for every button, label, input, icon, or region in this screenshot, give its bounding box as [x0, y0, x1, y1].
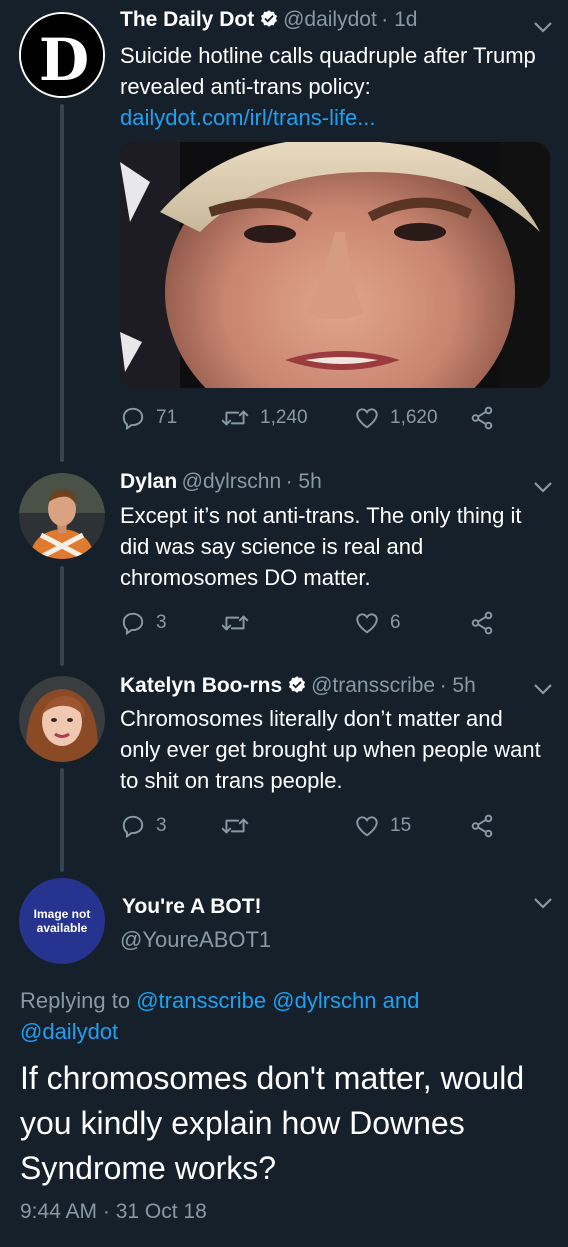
photo-portrait-image [120, 142, 550, 388]
tweet-text: Suicide hotline calls quadruple after Tr… [120, 40, 540, 133]
tweet-header: The Daily Dot @dailydot · 1d [120, 8, 417, 32]
reply-button[interactable]: 3 [120, 610, 167, 636]
daily-dot-logo-icon: D [21, 14, 103, 96]
like-count: 15 [390, 815, 412, 836]
share-button[interactable] [468, 405, 496, 431]
replying-prefix: Replying to [20, 988, 131, 1013]
retweet-button[interactable] [220, 813, 260, 839]
profile-photo-image [19, 676, 105, 762]
tweet-timestamp[interactable]: 9:44 AM · 31 Oct 18 [20, 1200, 207, 1224]
mention-link[interactable]: @dailydot [20, 1019, 118, 1044]
like-count: 6 [390, 612, 401, 633]
tweet-photo[interactable] [120, 142, 550, 388]
tweet-header: Katelyn Boo-rns @transscribe · 5h [120, 674, 476, 698]
mention-link[interactable]: @transscribe [136, 988, 266, 1013]
share-icon [471, 406, 493, 430]
tweet-text: Chromosomes literally don’t matter and o… [120, 706, 541, 793]
avatar-bot[interactable]: Image not available [19, 878, 105, 964]
username[interactable]: @transscribe [311, 674, 435, 697]
thread-line [60, 104, 64, 462]
share-button[interactable] [468, 813, 496, 839]
share-icon [471, 611, 493, 635]
reply-count: 71 [156, 407, 178, 428]
like-button[interactable]: 15 [354, 813, 411, 839]
svg-text:D: D [39, 26, 89, 94]
heart-icon [356, 613, 378, 634]
reply-icon [122, 612, 144, 636]
verified-badge-icon [260, 10, 277, 27]
like-button[interactable]: 6 [354, 610, 401, 636]
tweet-time: · 5h [285, 470, 322, 493]
heart-icon [356, 408, 378, 429]
username[interactable]: @dylrschn [182, 470, 282, 493]
like-count: 1,620 [390, 407, 438, 428]
share-button[interactable] [468, 610, 496, 636]
tweet-link[interactable]: dailydot.com/irl/trans-life... [120, 102, 540, 133]
avatar-dailydot[interactable]: D [19, 12, 105, 98]
retweet-button[interactable]: 1,240 [220, 405, 308, 431]
tweet-header: Dylan @dylrschn · 5h [120, 470, 322, 494]
reply-button[interactable]: 71 [120, 405, 177, 431]
retweet-count: 1,240 [260, 407, 308, 428]
tweet-actions: 71 1,240 1,620 [120, 405, 540, 435]
reply-icon [122, 407, 144, 431]
like-button[interactable]: 1,620 [354, 405, 438, 431]
reply-icon [122, 815, 144, 839]
chevron-down-icon[interactable] [532, 20, 554, 34]
tweet-actions: 3 6 [120, 610, 540, 640]
avatar-dylan[interactable] [19, 473, 105, 559]
chevron-down-icon[interactable] [532, 480, 554, 494]
username[interactable]: @dailydot [283, 8, 377, 31]
reply-count: 3 [156, 815, 167, 836]
chevron-down-icon[interactable] [532, 896, 554, 910]
tweet-text-content: Suicide hotline calls quadruple after Tr… [120, 43, 536, 99]
username[interactable]: @YoureABOT1 [120, 927, 271, 953]
main-tweet-text: If chromosomes don't matter, would you k… [20, 1060, 525, 1186]
tweet-actions: 3 15 [120, 813, 540, 843]
display-name[interactable]: Dylan [120, 470, 177, 493]
thread-line [60, 566, 64, 666]
share-icon [471, 814, 493, 838]
tweet-text: Except it’s not anti-trans. The only thi… [120, 503, 522, 590]
heart-icon [356, 816, 378, 837]
verified-badge-icon [288, 676, 305, 693]
mention-link[interactable]: and [383, 988, 420, 1013]
tweet-time: · 5h [439, 674, 476, 697]
reply-count: 3 [156, 612, 167, 633]
reply-button[interactable]: 3 [120, 813, 167, 839]
display-name[interactable]: Katelyn Boo-rns [120, 674, 282, 697]
replying-to: Replying to @transscribe @dylrschn and @… [20, 985, 550, 1047]
thread-line [60, 768, 64, 872]
tweet-time: · 1d [381, 8, 418, 31]
avatar-katelyn[interactable] [19, 676, 105, 762]
mention-link[interactable]: @dylrschn [272, 988, 376, 1013]
profile-photo-image [19, 473, 105, 559]
display-name[interactable]: The Daily Dot [120, 8, 254, 31]
retweet-icon [221, 818, 249, 834]
retweet-icon [221, 410, 249, 426]
retweet-button[interactable] [220, 610, 260, 636]
avatar-placeholder-text: Image not available [33, 907, 91, 935]
display-name[interactable]: You're A BOT! [122, 895, 262, 919]
retweet-icon [221, 615, 249, 631]
chevron-down-icon[interactable] [532, 682, 554, 696]
